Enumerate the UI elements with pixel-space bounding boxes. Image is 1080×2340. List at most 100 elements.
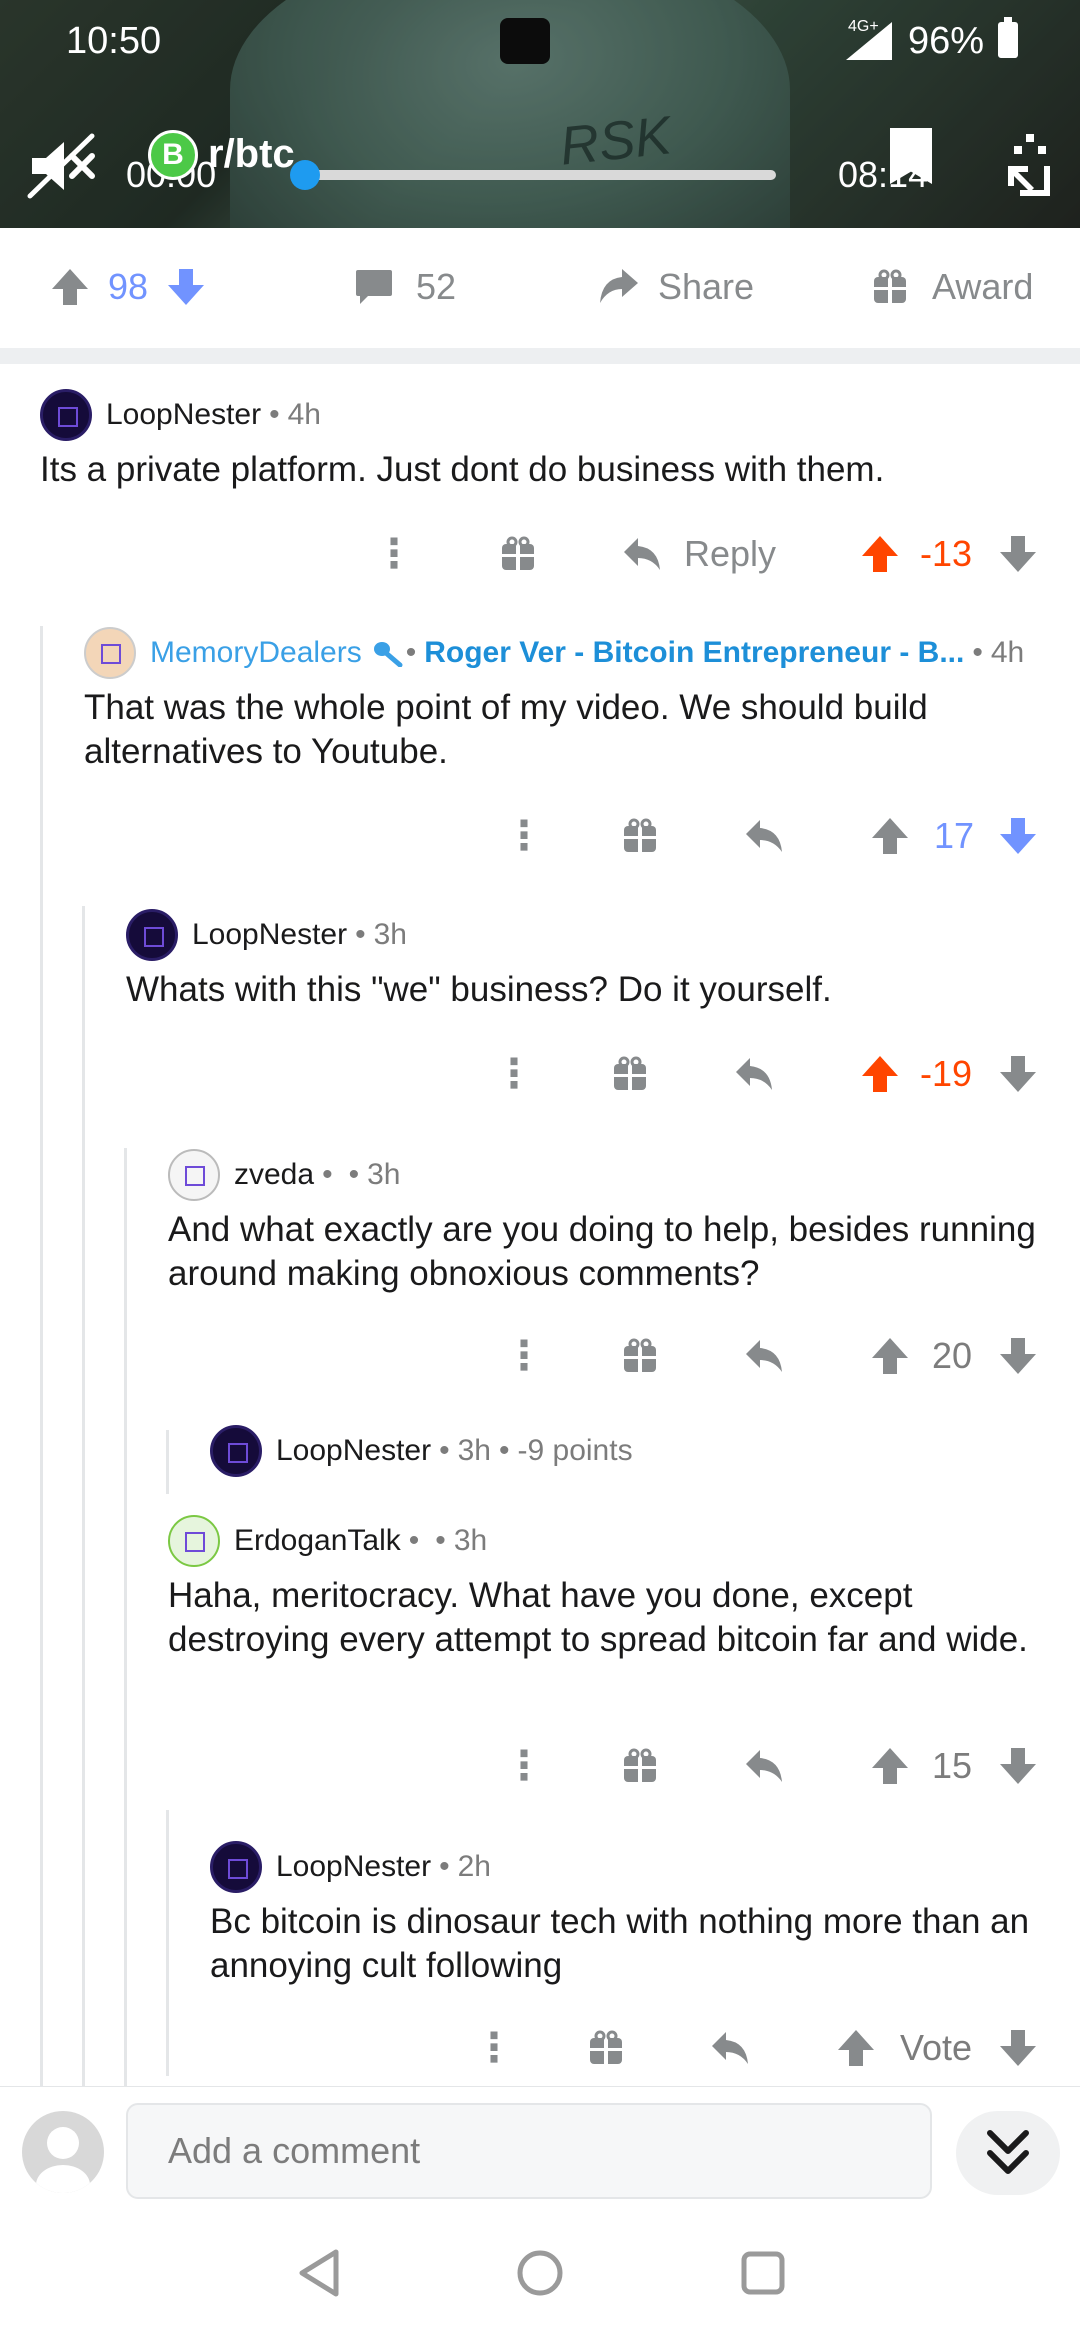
comment-collapsed[interactable]: LoopNester • 3h • -9 points [210, 1424, 1050, 1478]
award-label: Award [932, 266, 1034, 307]
downvote-icon[interactable] [998, 1736, 1038, 1796]
comment-author[interactable]: ErdoganTalk [234, 1524, 401, 1558]
comment-actions: ⋮ 20 [480, 1326, 1040, 1386]
subreddit-icon[interactable]: B [148, 130, 198, 180]
upvote-icon[interactable] [870, 1736, 910, 1796]
comment-body: Bc bitcoin is dinosaur tech with nothing… [210, 1902, 1030, 1985]
reply-icon[interactable] [744, 1326, 786, 1386]
comment-body: Haha, meritocracy. What have you done, e… [168, 1576, 1028, 1659]
downvote-icon[interactable] [998, 524, 1038, 584]
avatar[interactable] [168, 1515, 220, 1567]
more-icon[interactable]: ⋮ [474, 2018, 514, 2078]
award-button[interactable]: Award [872, 266, 1033, 308]
network-type: 4G+ [848, 18, 879, 35]
comment-age: 3h [373, 918, 407, 951]
video-progress-track[interactable] [304, 170, 776, 180]
upvote-icon[interactable] [870, 1326, 910, 1386]
avatar[interactable] [210, 1841, 262, 1893]
recents-icon[interactable] [738, 2248, 788, 2298]
comment: LoopNester • 4h Its a private platform. … [40, 388, 1040, 492]
user-flair: Roger Ver - Bitcoin Entrepreneur - B... [424, 636, 965, 669]
comment-actions: ⋮ 17 [480, 806, 1040, 866]
comment-meta: MemoryDealers • Roger Ver - Bitcoin Entr… [84, 626, 1044, 680]
gift-icon[interactable] [588, 2018, 624, 2078]
gift-icon[interactable] [622, 1326, 658, 1386]
battery-percent: 96% [908, 20, 985, 62]
share-icon [600, 269, 638, 303]
avatar[interactable] [126, 909, 178, 961]
video-progress-knob[interactable] [290, 160, 320, 190]
comment-body: That was the whole point of my video. We… [84, 688, 928, 771]
comment-age: 4h [287, 398, 321, 431]
downvote-icon[interactable] [998, 806, 1038, 866]
share-button[interactable]: Share [596, 266, 754, 308]
upvote-icon[interactable] [860, 1044, 900, 1104]
reply-icon[interactable] [710, 2018, 752, 2078]
reply-button[interactable]: Reply [622, 524, 776, 584]
home-icon[interactable] [515, 2248, 565, 2298]
comment-score: 17 [934, 815, 975, 856]
downvote-icon[interactable] [166, 267, 206, 307]
comment-meta: LoopNester • 4h [40, 388, 1040, 442]
comment-author[interactable]: LoopNester [276, 1850, 431, 1884]
upvote-icon[interactable] [836, 2018, 876, 2078]
collapse-icon [987, 2130, 1029, 2174]
upvote-icon[interactable] [860, 524, 900, 584]
more-icon[interactable]: ⋮ [374, 524, 414, 584]
comment-actions: ⋮ 15 [480, 1736, 1040, 1796]
comment: LoopNester • 2h Bc bitcoin is dinosaur t… [210, 1840, 1050, 1988]
status-time: 10:50 [66, 20, 162, 62]
share-label: Share [658, 266, 755, 307]
comments-button[interactable]: 52 [354, 266, 456, 308]
avatar[interactable] [210, 1425, 262, 1477]
reply-icon[interactable] [744, 1736, 786, 1796]
gift-icon[interactable] [622, 1736, 658, 1796]
comment-actions: ⋮ -19 [480, 1044, 1040, 1104]
gift-icon [874, 269, 906, 303]
reply-icon[interactable] [734, 1044, 776, 1104]
comment-score: 20 [932, 1335, 973, 1376]
comment-age: 4h [990, 636, 1025, 669]
microphone-icon [373, 642, 403, 667]
comment-score: Vote [900, 2027, 973, 2068]
more-icon[interactable]: ⋮ [504, 1736, 544, 1796]
system-nav-bar [0, 2206, 1080, 2340]
comment-score: -19 [920, 1053, 973, 1094]
video-player[interactable]: RSK 10:50 4G+ 96% 00:00 B r/btc 08:14 [0, 0, 1080, 228]
downvote-icon[interactable] [998, 1326, 1038, 1386]
post-action-bar: 98 52 Share Award [0, 228, 1080, 348]
add-comment-input[interactable] [126, 2103, 932, 2199]
fullscreen-icon[interactable] [1004, 132, 1054, 198]
upvote-icon[interactable] [870, 806, 910, 866]
avatar[interactable] [40, 389, 92, 441]
collapse-button[interactable] [956, 2111, 1060, 2195]
reply-icon[interactable] [744, 806, 786, 866]
upvote-icon[interactable] [50, 267, 90, 307]
subreddit-name[interactable]: r/btc [208, 132, 295, 177]
mute-icon[interactable] [26, 130, 98, 202]
more-icon[interactable]: ⋮ [504, 806, 544, 866]
more-icon[interactable]: ⋮ [504, 1326, 544, 1386]
downvote-icon[interactable] [998, 2018, 1038, 2078]
comment-meta: LoopNester • 3h [126, 908, 1046, 962]
avatar[interactable] [22, 2111, 104, 2193]
video-controls: 00:00 B r/btc 08:14 [0, 120, 1080, 220]
comment-author[interactable]: MemoryDealers [150, 636, 362, 670]
comment: zveda • • 3h And what exactly are you do… [168, 1148, 1048, 1296]
comment-age: 3h [453, 1524, 488, 1557]
comment-author[interactable]: zveda [234, 1158, 314, 1192]
gift-icon[interactable] [612, 1044, 648, 1104]
avatar[interactable] [168, 1149, 220, 1201]
gift-icon[interactable] [500, 524, 536, 584]
comment-author[interactable]: LoopNester [106, 398, 261, 432]
post-score: 98 [108, 266, 149, 307]
comment-author[interactable]: LoopNester [192, 918, 347, 952]
downvote-icon[interactable] [998, 1044, 1038, 1104]
back-icon[interactable] [296, 2248, 346, 2298]
comment-actions: ⋮ Reply -13 [360, 524, 1040, 584]
avatar[interactable] [84, 627, 136, 679]
more-icon[interactable]: ⋮ [494, 1044, 534, 1104]
post-vote: 98 [50, 266, 206, 308]
comment-author[interactable]: LoopNester [276, 1434, 431, 1468]
gift-icon[interactable] [622, 806, 658, 866]
